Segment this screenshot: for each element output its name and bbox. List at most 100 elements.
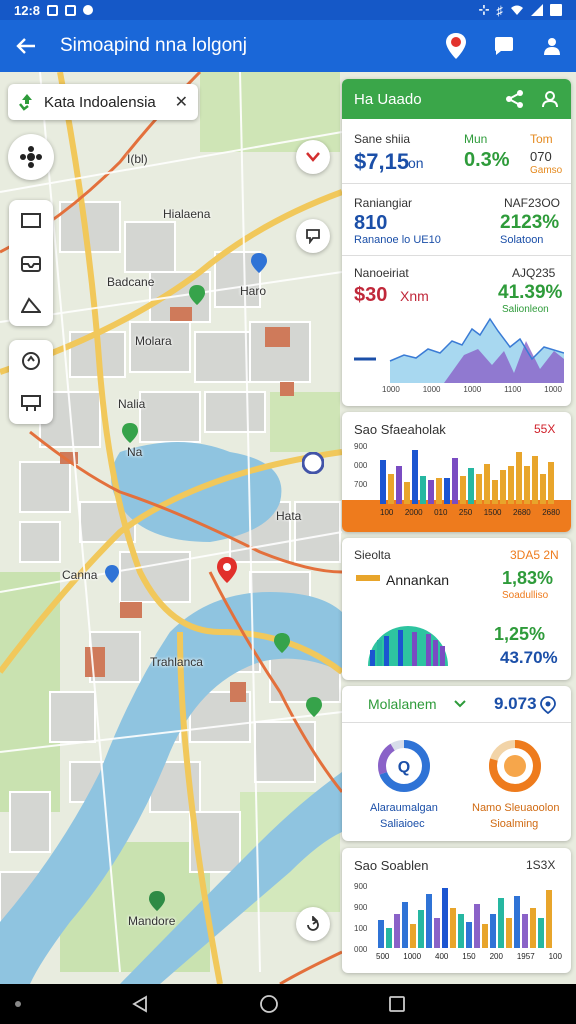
map-label: Canna (62, 568, 98, 582)
bar-chart-card: Sao Sfaeaholak 55X 900 000 700 100 2000 … (342, 412, 571, 532)
nav-back-icon[interactable] (131, 995, 149, 1013)
map-tool-button[interactable] (9, 284, 53, 326)
dot-icon (15, 1001, 21, 1007)
profile-button[interactable] (528, 20, 576, 72)
map-tool-button[interactable] (9, 242, 53, 284)
axis-tick: 000 (354, 945, 368, 954)
donut-card-value: 9.073 (494, 694, 537, 713)
axis-tick: 000 (354, 461, 368, 470)
summary-card: Ha Uaado Sane shiia Mun Tom $7,15 on 0.3… (342, 79, 571, 406)
bar-chart-title: Sao Sfaeaholak (354, 422, 446, 437)
status-time: 12:8 (14, 2, 41, 18)
poi-marker-icon[interactable] (250, 252, 268, 274)
layers-button[interactable] (8, 134, 54, 180)
expand-button[interactable] (296, 140, 330, 174)
stat-label: Raniangiar (354, 196, 413, 210)
bar-chart-badge: 55X (534, 422, 556, 436)
stat-unit: on (408, 155, 424, 171)
stat-label: AJQ235 (512, 266, 556, 280)
axis-tick: 100 (380, 508, 394, 517)
share-icon[interactable] (505, 89, 525, 109)
poi-marker-icon[interactable] (188, 284, 206, 306)
axis-tick: 1100 (504, 385, 522, 394)
map-label: Hata (276, 509, 302, 523)
bar-chart-xaxis: 100 2000 010 250 1500 2680 2680 (380, 508, 560, 517)
poi-marker-icon[interactable] (273, 632, 291, 654)
chevron-down-icon[interactable] (454, 700, 466, 708)
axis-tick: 150 (462, 952, 476, 961)
poi-marker-icon[interactable] (104, 564, 120, 584)
donut-card-title: Molalanem (368, 696, 437, 712)
bar-chart-title: Sao Soablen (354, 858, 429, 873)
stat-percent: 41.39% (498, 282, 563, 303)
system-nav-bar (0, 984, 576, 1024)
app-title: Simoapind nna lolgonj (60, 35, 247, 56)
map-tool-button[interactable] (9, 382, 53, 424)
map-label: Hialaena (163, 207, 211, 221)
bar-chart-2 (378, 888, 552, 948)
axis-tick: 900 (354, 903, 368, 912)
terrain-icon (21, 297, 41, 313)
wifi-icon (511, 5, 523, 15)
stat-label: Mun (464, 132, 488, 146)
nav-recents-icon[interactable] (389, 996, 405, 1012)
axis-tick: 500 (376, 952, 390, 961)
selected-location-pin-icon[interactable] (216, 556, 238, 584)
poi-marker-icon[interactable] (148, 890, 166, 912)
axis-tick: 700 (354, 480, 368, 489)
gauge-title: Annankan (386, 572, 450, 588)
map-label: I(bl) (127, 152, 148, 166)
person-icon[interactable] (541, 90, 559, 108)
stat-unit: Xnm (400, 288, 429, 304)
location-pin-button[interactable] (432, 20, 480, 72)
area-chart-axis: 1000 1000 1000 1100 1000 (382, 385, 562, 394)
map-tool-button[interactable] (9, 340, 53, 382)
map-label: Molara (135, 334, 172, 348)
recycle-icon (19, 94, 32, 111)
donut-right-caption: Sioalming (490, 818, 539, 830)
status-bar: 12:8 ⊹ ♯ (0, 0, 576, 20)
axis-tick: 1000 (403, 952, 422, 961)
person-icon (544, 38, 560, 55)
bar-chart-badge: 1S3X (526, 858, 556, 872)
svg-text:Q: Q (398, 759, 410, 776)
stat-percent: 0.3% (464, 149, 510, 171)
donut-chart-left: Q (378, 740, 430, 792)
location-chip[interactable]: Kata Indoalensia ✕ (8, 84, 198, 120)
axis-tick: 100 (354, 924, 368, 933)
map-label: Badcane (107, 275, 155, 289)
axis-tick: 900 (354, 882, 368, 891)
rotate-icon (307, 916, 319, 931)
axis-tick: 200 (489, 952, 503, 961)
rotate-button[interactable] (296, 907, 330, 941)
stat-side-caption: Gamso (530, 165, 563, 176)
axis-tick: 2680 (542, 508, 560, 517)
sim-icon: ⊹ (478, 2, 490, 17)
map-label: Haro (240, 284, 267, 298)
back-button[interactable] (0, 20, 52, 72)
area-chart (354, 317, 564, 383)
layers-icon (20, 146, 42, 168)
stat-label: Tom (530, 132, 553, 146)
chat-button[interactable] (480, 20, 528, 72)
close-icon[interactable]: ✕ (175, 92, 188, 112)
axis-tick: 400 (435, 952, 449, 961)
comment-button[interactable] (296, 219, 330, 253)
donut-card: Molalanem 9.073 Q Alaraumalgan Saliaioec… (342, 686, 571, 841)
poi-marker-icon[interactable] (121, 422, 139, 444)
map-tool-button[interactable] (9, 200, 53, 242)
notification-icon (47, 4, 59, 16)
arrow-back-icon (16, 38, 35, 54)
inbox-icon (21, 256, 41, 272)
poi-marker-icon[interactable] (305, 696, 323, 718)
summary-card-title: Ha Uaado (354, 90, 422, 108)
stat-caption: Solatoon (500, 234, 544, 246)
gauge-label: Sieolta (354, 548, 391, 562)
map-tools-group (9, 200, 53, 326)
nav-home-icon[interactable] (259, 994, 279, 1014)
map-pin-icon (446, 33, 466, 59)
app-bar: Simoapind nna lolgonj (0, 20, 576, 72)
map-label: Trahlanca (150, 655, 203, 669)
poi-marker-icon[interactable] (302, 452, 324, 474)
stat-label: Sane shiia (354, 132, 411, 146)
